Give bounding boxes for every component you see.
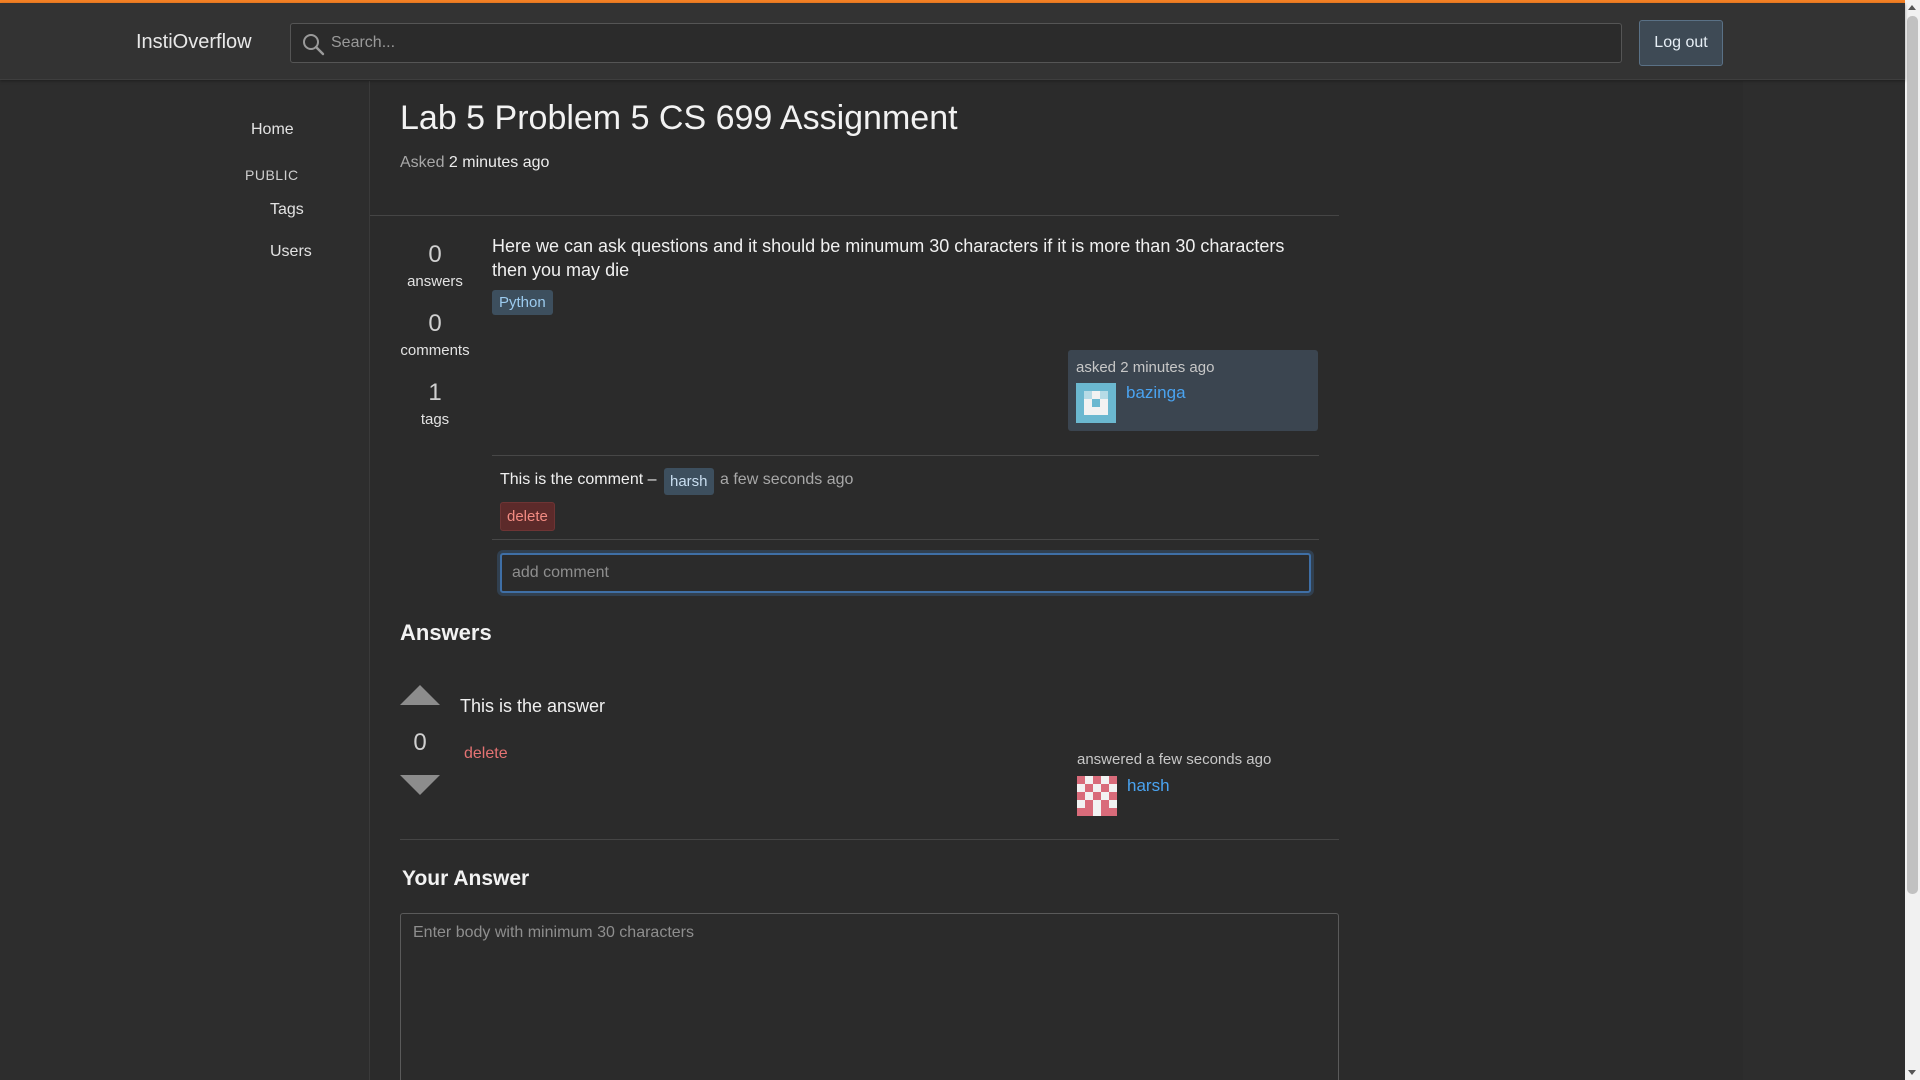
downvote-icon[interactable] [400, 775, 440, 795]
answer-body-textarea[interactable] [400, 913, 1339, 1080]
add-comment-input[interactable] [500, 553, 1311, 593]
top-navbar: InstiOverflow Log out [0, 3, 1905, 80]
answers-count-stat: 0 answers [400, 241, 470, 290]
scroll-up-icon[interactable] [1908, 5, 1916, 10]
question-asked-info: Asked 2 minutes ago [400, 154, 549, 172]
divider [400, 839, 1339, 840]
answers-heading: Answers [400, 620, 492, 645]
answer-body: This is the answer [460, 696, 606, 716]
vote-count: 0 [413, 729, 427, 756]
app-logo[interactable]: InstiOverflow [136, 31, 252, 54]
comments-count: 0 [428, 310, 442, 337]
avatar-icon[interactable] [1077, 776, 1117, 816]
comments-count-stat: 0 comments [400, 310, 470, 359]
upvote-icon[interactable] [400, 685, 440, 705]
answerer-time: answered a few seconds ago [1077, 751, 1272, 768]
sidebar-item-users[interactable]: Users [270, 243, 312, 261]
asked-time: 2 minutes ago [448, 154, 550, 171]
comment-text: This is the comment – [500, 471, 657, 488]
divider [370, 215, 1339, 216]
comment-time: a few seconds ago [720, 471, 854, 488]
asker-username[interactable]: bazinga [1126, 383, 1186, 403]
sidebar-item-home[interactable]: Home [251, 121, 294, 139]
answers-count: 0 [428, 241, 442, 268]
question-title: Lab 5 Problem 5 CS 699 Assignment [400, 99, 958, 137]
comments-count-label: comments [400, 342, 470, 359]
divider [492, 539, 1319, 540]
right-gutter [1743, 81, 1905, 1080]
main-content: Lab 5 Problem 5 CS 699 Assignment Asked … [369, 81, 1743, 1080]
search-bar[interactable] [290, 23, 1622, 63]
scroll-thumb[interactable] [1907, 16, 1918, 894]
answerer-username[interactable]: harsh [1127, 776, 1170, 796]
search-input[interactable] [331, 24, 1611, 62]
tags-count: 1 [428, 379, 442, 406]
scroll-down-icon[interactable] [1908, 1070, 1916, 1075]
tag-python[interactable]: Python [492, 290, 553, 315]
logout-button[interactable]: Log out [1639, 20, 1723, 66]
page-scrollbar[interactable] [1905, 0, 1920, 1080]
your-answer-heading: Your Answer [402, 867, 530, 890]
question-body: Here we can ask questions and it should … [492, 236, 1285, 280]
search-icon [303, 34, 325, 56]
asker-time: asked 2 minutes ago [1076, 359, 1215, 376]
comment-user-badge[interactable]: harsh [664, 468, 714, 495]
delete-answer-link[interactable]: delete [464, 745, 508, 763]
sidebar-item-tags[interactable]: Tags [270, 201, 304, 219]
divider [492, 455, 1319, 456]
delete-comment-button[interactable]: delete [500, 502, 555, 531]
tags-count-label: tags [420, 411, 450, 428]
asked-label: Asked [400, 154, 445, 171]
left-sidebar: Home PUBLIC Tags Users [0, 81, 369, 1080]
asker-card: asked 2 minutes ago bazinga [1068, 350, 1318, 431]
answers-count-label: answers [407, 273, 463, 290]
avatar-icon[interactable] [1076, 383, 1116, 423]
sidebar-section-public: PUBLIC [245, 167, 299, 183]
tags-count-stat: 1 tags [400, 379, 470, 428]
